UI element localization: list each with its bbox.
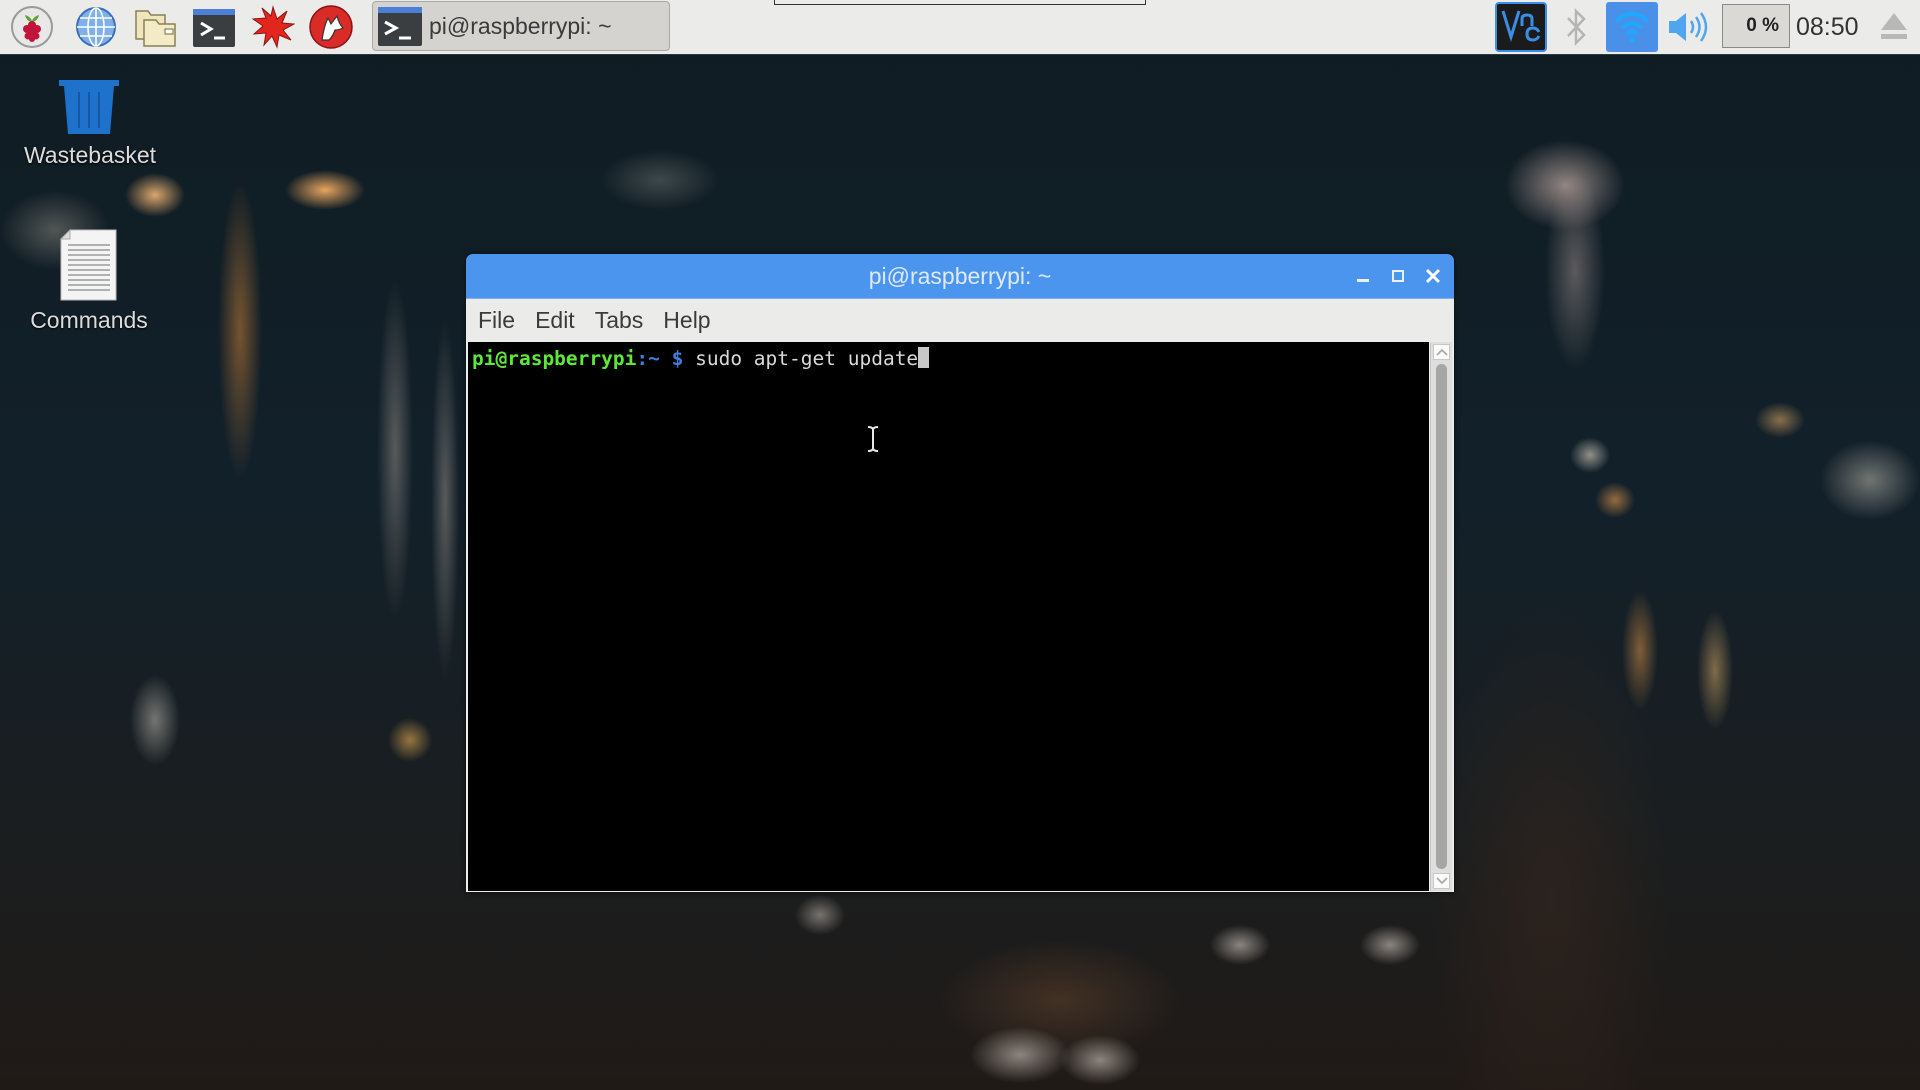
menu-edit[interactable]: Edit: [535, 307, 575, 334]
window-title: pi@raspberrypi: ~: [868, 263, 1052, 289]
panel-spacer-box: [774, 0, 1146, 5]
desktop-icon-wastebasket[interactable]: Wastebasket: [5, 78, 175, 169]
menu-file[interactable]: File: [478, 307, 515, 334]
mathematica-icon: [251, 5, 295, 49]
ibeam-cursor-icon: [867, 425, 879, 453]
scroll-down-button[interactable]: [1433, 873, 1450, 889]
maximize-icon: [1392, 270, 1404, 282]
prompt-symbol: $: [659, 347, 696, 370]
text-cursor: [918, 347, 930, 368]
vnc-icon: [1495, 2, 1547, 52]
taskbar-button-label: pi@raspberrypi: ~: [429, 12, 612, 39]
minimize-button[interactable]: [1351, 264, 1375, 288]
minimize-icon: [1357, 279, 1369, 282]
terminal-scrollbar[interactable]: [1430, 342, 1452, 891]
menu-help[interactable]: Help: [663, 307, 710, 334]
taskbar-button-terminal[interactable]: pi@raspberrypi: ~: [372, 1, 670, 51]
folder-icon: [135, 10, 176, 47]
wifi-tray-bg: [1606, 2, 1658, 52]
bluetooth-tray-button[interactable]: [1558, 2, 1594, 52]
eject-icon: [1881, 13, 1907, 39]
prompt-separator: :: [636, 347, 649, 370]
close-button[interactable]: [1421, 264, 1445, 288]
prompt-user: pi@raspberrypi: [472, 347, 637, 370]
desktop-icon-label: Commands: [30, 307, 148, 333]
menu-bar: File Edit Tabs Help: [466, 299, 1454, 342]
desktop-icon-label: Wastebasket: [23, 142, 157, 168]
vnc-tray-button[interactable]: [1494, 2, 1548, 52]
prompt-path: ~: [648, 347, 660, 370]
trash-icon: [59, 80, 119, 134]
volume-tray-button[interactable]: [1666, 2, 1710, 52]
globe-icon: [76, 7, 116, 47]
terminal-output[interactable]: pi@raspberrypi:~ $ sudo apt-get update: [468, 342, 1429, 891]
terminal-launcher-button[interactable]: [191, 4, 237, 50]
close-icon: [1425, 268, 1441, 284]
terminal-icon: [378, 7, 422, 46]
terminal-icon: [193, 9, 235, 47]
wifi-tray-button[interactable]: [1606, 2, 1658, 52]
scroll-up-button[interactable]: [1433, 344, 1450, 360]
chevron-up-icon: [1435, 348, 1448, 356]
wolfram-button[interactable]: [308, 4, 354, 50]
terminal-area: pi@raspberrypi:~ $ sudo apt-get update: [466, 342, 1454, 892]
desktop-icon-commands[interactable]: Commands: [4, 229, 174, 334]
bluetooth-icon: [1567, 7, 1586, 47]
wifi-icon: [1614, 12, 1650, 43]
top-panel: pi@raspberrypi: ~ 0 % 08:50: [0, 0, 1920, 55]
clock[interactable]: 08:50: [1796, 0, 1859, 54]
window-titlebar[interactable]: pi@raspberrypi: ~: [466, 254, 1454, 299]
menu-tabs[interactable]: Tabs: [595, 307, 644, 334]
wolfram-icon: [309, 5, 353, 49]
eject-tray-button[interactable]: [1874, 2, 1914, 52]
document-icon: [60, 229, 117, 301]
scrollbar-thumb[interactable]: [1436, 364, 1447, 869]
cpu-usage-monitor[interactable]: 0 %: [1722, 4, 1790, 48]
raspberry-icon: [11, 6, 53, 48]
terminal-window: pi@raspberrypi: ~ File Edit Tabs Help pi…: [466, 254, 1454, 892]
chevron-down-icon: [1435, 877, 1448, 885]
command-text: sudo apt-get update: [695, 347, 919, 370]
mathematica-button[interactable]: [250, 4, 296, 50]
file-manager-button[interactable]: [133, 4, 179, 50]
volume-icon: [1669, 12, 1708, 42]
maximize-button[interactable]: [1386, 264, 1410, 288]
raspberry-menu-button[interactable]: [9, 4, 55, 50]
web-browser-button[interactable]: [73, 4, 119, 50]
